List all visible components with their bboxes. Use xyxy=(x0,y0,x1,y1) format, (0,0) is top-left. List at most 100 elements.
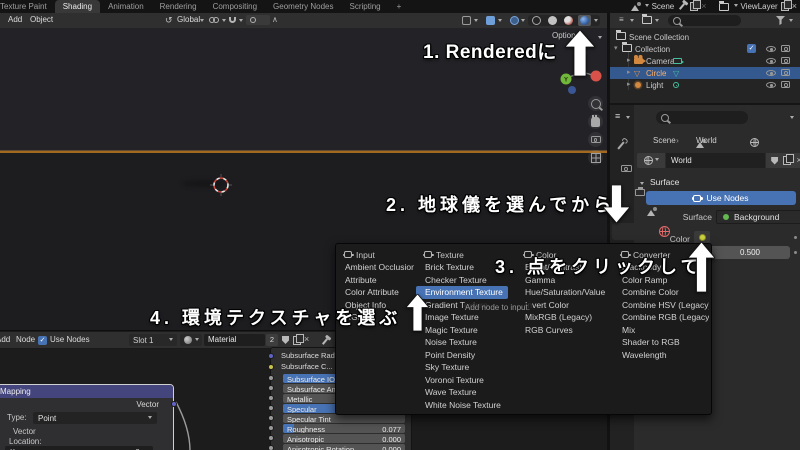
snap-caret[interactable] xyxy=(222,19,226,24)
tab-shading[interactable]: Shading xyxy=(55,0,100,13)
tab-geometry-nodes[interactable]: Geometry Nodes xyxy=(265,0,341,13)
outliner-row-scene-collection[interactable]: Scene Collection xyxy=(610,31,800,43)
outliner-filter-funnel-icon[interactable] xyxy=(776,16,785,25)
shading-caret[interactable] xyxy=(594,19,598,24)
outliner-filter-caret[interactable] xyxy=(655,19,659,24)
tab-compositing[interactable]: Compositing xyxy=(205,0,265,13)
surface-shader-dropdown[interactable]: Background xyxy=(716,210,800,224)
material-preview-icon[interactable] xyxy=(564,16,573,25)
menu-item[interactable]: Voronoi Texture xyxy=(416,374,513,387)
snap-target-icon[interactable] xyxy=(209,17,220,24)
fake-user-shield-icon[interactable] xyxy=(771,157,778,165)
cursor-3d-icon[interactable] xyxy=(210,174,232,196)
wireframe-shading-icon[interactable] xyxy=(532,16,541,25)
unlink-material-icon[interactable]: × xyxy=(304,335,309,344)
perspective-toggle-icon[interactable] xyxy=(588,150,603,165)
render-visibility-icon[interactable] xyxy=(781,57,790,64)
use-nodes-button[interactable]: Use Nodes xyxy=(646,191,796,205)
world-browse-button[interactable] xyxy=(637,153,665,168)
value-socket[interactable] xyxy=(268,375,274,381)
value-socket[interactable] xyxy=(268,435,274,441)
surface-panel-caret[interactable] xyxy=(640,182,644,187)
location-x-slider[interactable]: X 0 m xyxy=(5,446,153,450)
hide-eye-icon[interactable] xyxy=(766,46,776,52)
strength-slider[interactable]: 0.500 xyxy=(710,246,790,259)
menu-item[interactable]: MixRGB (Legacy) xyxy=(516,311,612,324)
collapse-icon[interactable]: ▾ xyxy=(614,44,618,52)
expand-icon[interactable]: ▸ xyxy=(627,56,631,64)
material-name-field[interactable]: Material xyxy=(204,334,265,346)
surface-panel-title[interactable]: Surface xyxy=(650,177,679,187)
slot-dropdown[interactable]: Slot 1 xyxy=(129,334,177,346)
tab-render-icon[interactable] xyxy=(621,165,632,172)
roughness-slider[interactable]: Roughness0.077 xyxy=(283,424,405,434)
menu-item[interactable]: Hue/Saturation/Value xyxy=(516,286,612,299)
vector-input-socket[interactable] xyxy=(268,353,274,359)
use-nodes-checkbox[interactable]: ✓ xyxy=(38,336,47,345)
tab-animation[interactable]: Animation xyxy=(100,0,152,13)
rendered-shading-icon[interactable] xyxy=(580,16,589,25)
world-name-field[interactable]: World xyxy=(666,153,765,168)
outliner-search-input[interactable] xyxy=(668,15,741,26)
hide-eye-icon[interactable] xyxy=(766,82,776,88)
menu-item-environment-texture[interactable]: Environment Texture xyxy=(416,286,508,299)
animate-dot[interactable] xyxy=(794,251,797,254)
tab-texture-paint[interactable]: Texture Paint xyxy=(0,0,55,13)
value-socket[interactable] xyxy=(268,395,274,401)
menu-item[interactable]: White Noise Texture xyxy=(416,399,513,412)
menu-item[interactable]: Color Attribute xyxy=(336,286,414,299)
xray-caret[interactable] xyxy=(521,19,525,24)
mapping-type-dropdown[interactable]: Point xyxy=(33,412,157,424)
unlink-datablock-icon[interactable]: × xyxy=(797,156,800,165)
outliner-filter-collection-icon[interactable] xyxy=(642,16,652,24)
expand-icon[interactable]: ▸ xyxy=(627,68,631,76)
menu-item[interactable]: Wave Texture xyxy=(416,386,513,399)
breadcrumb-world[interactable]: World xyxy=(696,136,717,145)
menu-item[interactable]: Attribute xyxy=(336,274,414,287)
shader-menu-node[interactable]: Node xyxy=(16,332,35,348)
transform-orientation-dropdown[interactable]: Global xyxy=(177,13,200,27)
scene-selector[interactable]: Scene xyxy=(652,2,675,11)
xray-toggle-icon[interactable] xyxy=(510,16,519,25)
tab-scripting[interactable]: Scripting xyxy=(342,0,389,13)
render-visibility-icon[interactable] xyxy=(781,45,790,52)
menu-item[interactable]: Mix xyxy=(613,324,709,337)
value-socket[interactable] xyxy=(268,405,274,411)
menu-item[interactable]: Combine RGB (Legacy) xyxy=(613,311,709,324)
outliner-row-light[interactable]: ▸ Light xyxy=(610,79,800,91)
menu-item[interactable]: Combine HSV (Legacy) xyxy=(613,299,709,312)
menu-item[interactable]: Ambient Occlusion xyxy=(336,261,414,274)
value-socket[interactable] xyxy=(268,415,274,421)
viewport-menu-add[interactable]: Add xyxy=(8,13,22,27)
color-input-socket[interactable] xyxy=(268,364,274,370)
animate-dot[interactable] xyxy=(794,236,797,239)
pin-icon[interactable] xyxy=(679,3,685,10)
properties-editor-icon[interactable]: ≡ xyxy=(615,111,620,121)
camera-view-icon[interactable] xyxy=(588,132,603,147)
vector-output-socket[interactable] xyxy=(171,401,177,407)
breadcrumb-scene[interactable]: Scene xyxy=(653,136,676,145)
menu-item[interactable]: Image Texture xyxy=(416,311,513,324)
copy-datablock-icon[interactable] xyxy=(783,156,791,165)
menu-item[interactable]: RGB Curves xyxy=(516,324,612,337)
overlays-caret[interactable] xyxy=(498,19,502,24)
pin-material-icon[interactable] xyxy=(322,338,328,345)
new-scene-button[interactable] xyxy=(690,2,698,11)
add-workspace-button[interactable]: + xyxy=(389,0,410,13)
tab-output-icon[interactable] xyxy=(635,189,645,196)
value-socket[interactable] xyxy=(268,445,274,450)
menu-item[interactable]: Sky Texture xyxy=(416,361,513,374)
outliner-display-mode-icon[interactable]: ≡ xyxy=(619,13,624,27)
show-gizmo-icon[interactable] xyxy=(462,16,471,25)
expand-icon[interactable]: ▸ xyxy=(627,80,631,88)
hide-eye-icon[interactable] xyxy=(766,70,776,76)
outliner-row-circle[interactable]: ▸ ▽ Circle ▽ xyxy=(610,67,800,79)
outliner-row-camera[interactable]: ▸ Camera xyxy=(610,55,800,67)
menu-item[interactable]: Noise Texture xyxy=(416,336,513,349)
magnet-snap-icon[interactable] xyxy=(229,17,236,23)
remove-viewlayer-icon[interactable]: × xyxy=(792,2,797,11)
viewlayer-selector[interactable]: ViewLayer xyxy=(741,2,778,11)
viewlayer-dropdown-caret[interactable] xyxy=(734,4,738,9)
users-count-badge[interactable]: 2 xyxy=(266,334,278,346)
funnel-caret[interactable] xyxy=(789,19,793,24)
